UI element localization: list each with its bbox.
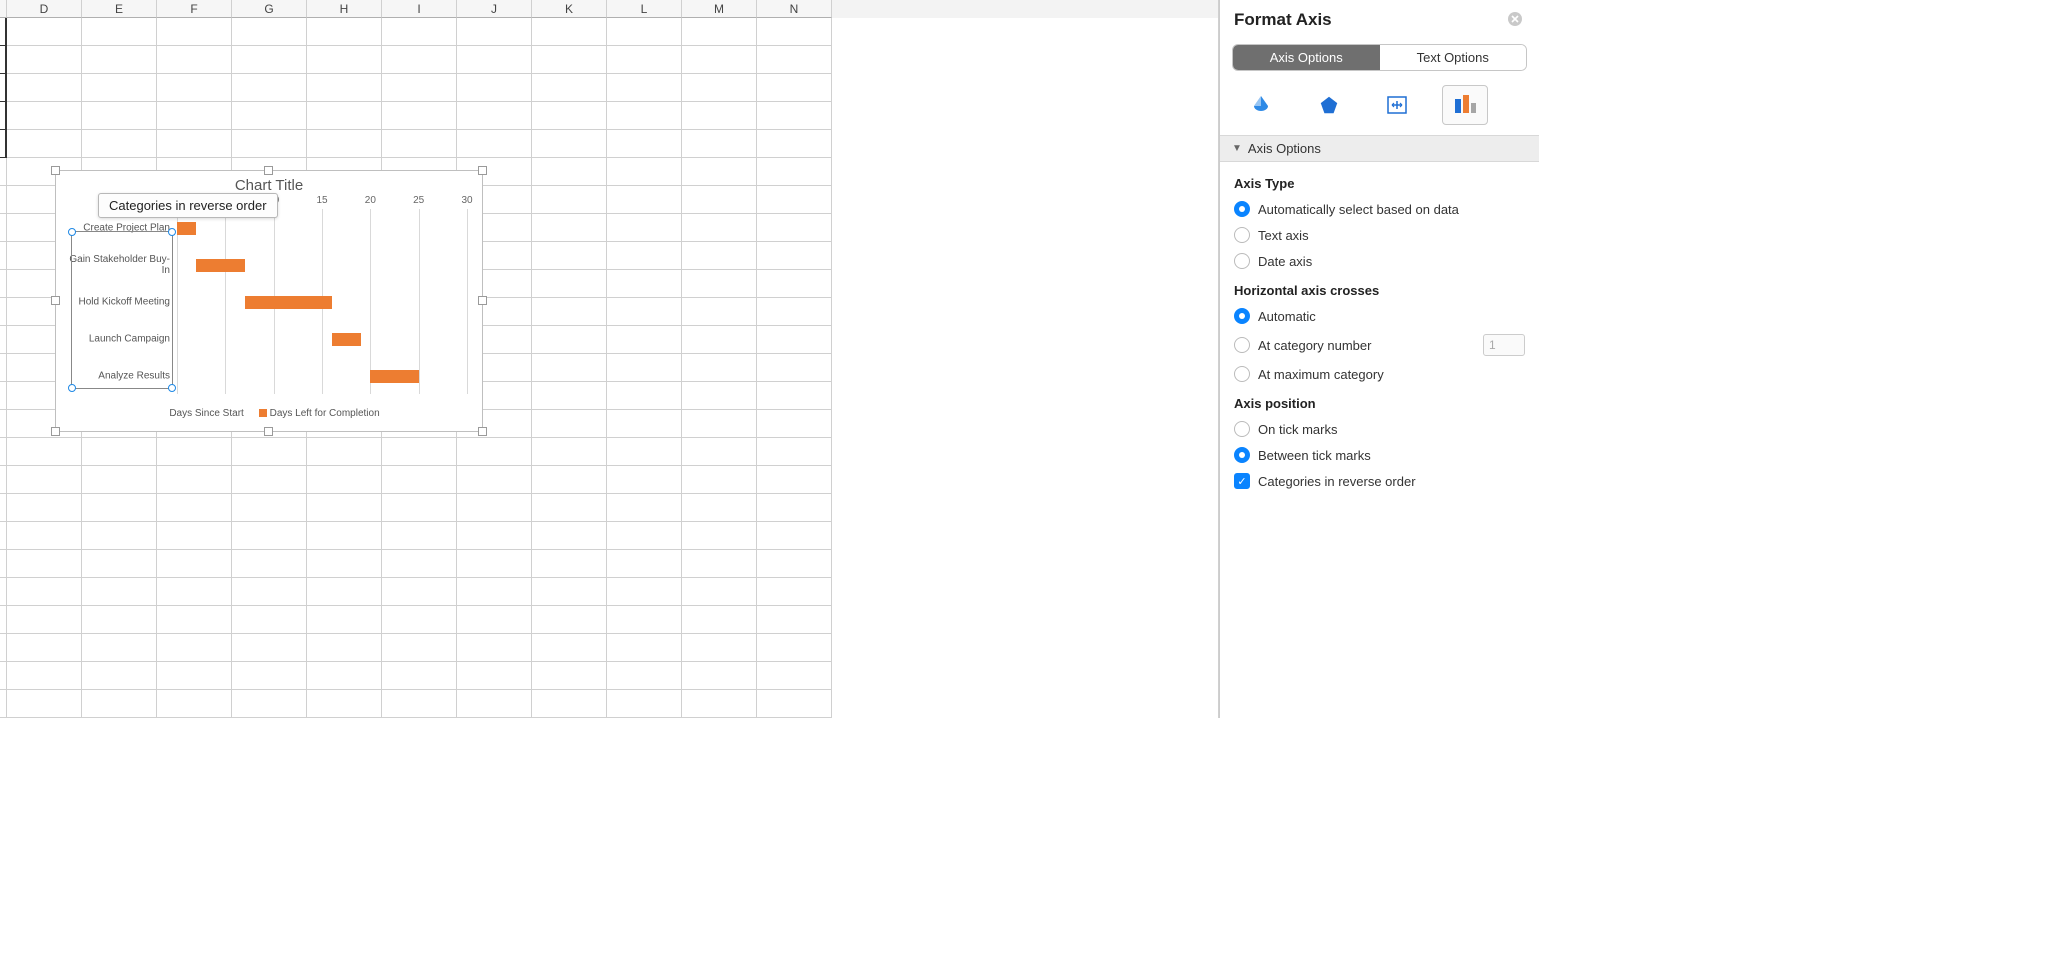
radio-icon xyxy=(1234,308,1250,324)
radio-date-axis[interactable]: Date axis xyxy=(1234,253,1525,269)
x-tick-label: 30 xyxy=(461,195,472,206)
radio-icon xyxy=(1234,421,1250,437)
legend-label-1: Days Since Start xyxy=(169,408,243,419)
checkbox-reverse-order[interactable]: ✓ Categories in reverse order xyxy=(1234,473,1525,489)
column-header[interactable]: J xyxy=(457,0,532,18)
radio-cross-max-cat[interactable]: At maximum category xyxy=(1234,366,1525,382)
radio-between-tick[interactable]: Between tick marks xyxy=(1234,447,1525,463)
chart-bar[interactable] xyxy=(196,259,244,272)
x-tick-label: 15 xyxy=(316,195,327,206)
radio-icon xyxy=(1234,201,1250,217)
radio-label: Between tick marks xyxy=(1258,448,1371,463)
checkbox-icon: ✓ xyxy=(1234,473,1250,489)
size-properties-icon[interactable] xyxy=(1374,85,1420,125)
column-header[interactable]: N xyxy=(757,0,832,18)
fill-line-icon[interactable] xyxy=(1238,85,1284,125)
chart-bar[interactable] xyxy=(332,333,361,346)
chart-legend[interactable]: Days Since Start Days Left for Completio… xyxy=(56,408,482,419)
radio-cross-cat-num[interactable]: At category number xyxy=(1234,334,1525,356)
radio-label: Date axis xyxy=(1258,254,1312,269)
spreadsheet-grid[interactable]: DEFGHIJKLMN Chart Title 051015202530 Cre… xyxy=(0,0,1219,718)
radio-auto-select[interactable]: Automatically select based on data xyxy=(1234,201,1525,217)
chart-bar[interactable] xyxy=(245,296,332,309)
close-icon[interactable] xyxy=(1507,11,1525,29)
column-header[interactable]: G xyxy=(232,0,307,18)
tab-text-options[interactable]: Text Options xyxy=(1380,45,1527,70)
radio-icon xyxy=(1234,447,1250,463)
column-header[interactable]: M xyxy=(682,0,757,18)
x-tick-label: 20 xyxy=(365,195,376,206)
axis-options-section-header[interactable]: ▼ Axis Options xyxy=(1220,135,1539,162)
column-header[interactable]: L xyxy=(607,0,682,18)
category-number-input[interactable] xyxy=(1483,334,1525,356)
tooltip: Categories in reverse order xyxy=(98,193,278,218)
column-header[interactable]: D xyxy=(7,0,82,18)
axis-options-icon[interactable] xyxy=(1442,85,1488,125)
radio-label: At maximum category xyxy=(1258,367,1384,382)
column-header[interactable]: I xyxy=(382,0,457,18)
radio-on-tick[interactable]: On tick marks xyxy=(1234,421,1525,437)
chart-bar[interactable] xyxy=(370,370,418,383)
options-segmented-tabs: Axis Options Text Options xyxy=(1232,44,1527,71)
radio-icon xyxy=(1234,253,1250,269)
panel-title: Format Axis xyxy=(1234,10,1332,30)
legend-label-2: Days Left for Completion xyxy=(270,408,380,419)
crosses-title: Horizontal axis crosses xyxy=(1234,283,1525,298)
radio-cross-auto[interactable]: Automatic xyxy=(1234,308,1525,324)
axis-type-title: Axis Type xyxy=(1234,176,1525,191)
axis-selection-box[interactable] xyxy=(71,231,173,389)
axis-position-title: Axis position xyxy=(1234,396,1525,411)
column-header[interactable]: H xyxy=(307,0,382,18)
column-header[interactable]: F xyxy=(157,0,232,18)
column-header[interactable]: E xyxy=(82,0,157,18)
chart-bar[interactable] xyxy=(177,222,196,235)
radio-label: Text axis xyxy=(1258,228,1309,243)
radio-icon xyxy=(1234,337,1250,353)
radio-label: Automatically select based on data xyxy=(1258,202,1459,217)
disclosure-triangle-icon: ▼ xyxy=(1232,143,1242,154)
column-header[interactable]: K xyxy=(532,0,607,18)
checkbox-label: Categories in reverse order xyxy=(1258,474,1416,489)
plot-area: 051015202530 xyxy=(177,209,467,394)
radio-icon xyxy=(1234,227,1250,243)
radio-label: Automatic xyxy=(1258,309,1316,324)
radio-text-axis[interactable]: Text axis xyxy=(1234,227,1525,243)
radio-label: On tick marks xyxy=(1258,422,1337,437)
tab-axis-options[interactable]: Axis Options xyxy=(1233,45,1380,70)
x-tick-label: 25 xyxy=(413,195,424,206)
radio-icon xyxy=(1234,366,1250,382)
format-axis-panel: Format Axis Axis Options Text Options xyxy=(1219,0,1539,718)
effects-icon[interactable] xyxy=(1306,85,1352,125)
radio-label: At category number xyxy=(1258,338,1371,353)
section-title-label: Axis Options xyxy=(1248,141,1321,156)
